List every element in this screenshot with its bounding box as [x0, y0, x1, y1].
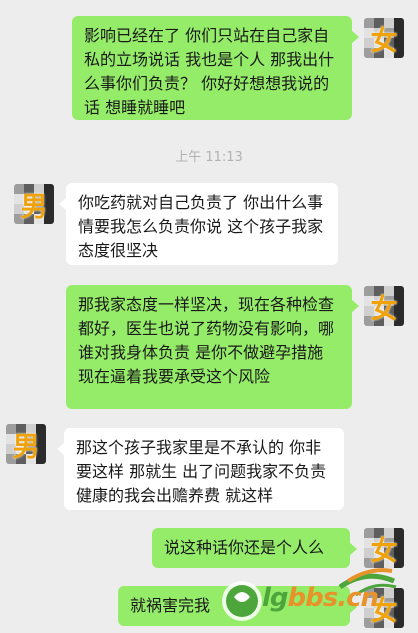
avatar-female[interactable]: 女 [364, 528, 404, 568]
message-bubble-outgoing[interactable]: 说这种话你还是个人么 [152, 528, 357, 568]
message-text: 那我家态度一样坚决，现在各种检查都好，医生也说了药物没有影响，哪谁对我身体负责 … [78, 295, 335, 386]
avatar-label: 女 [370, 293, 398, 325]
timestamp: 上午 11:13 [175, 150, 243, 165]
message-bubble-outgoing[interactable]: 影响已经在了 你们只站在自己家自私的立场说话 我也是个人 那我出什么事你们负责？… [72, 16, 359, 120]
avatar-male[interactable]: 男 [6, 424, 46, 464]
message-text: 说这种话你还是个人么 [164, 538, 325, 557]
message-text: 你吃药就对自己负责了 你出什么事情要我怎么负责你说 这个孩子我家态度很坚决 [78, 193, 324, 260]
avatar-male[interactable]: 男 [14, 184, 54, 224]
watermark-brand-prefix: lg [262, 583, 289, 613]
avatar-label: 男 [20, 191, 48, 223]
watermark-logo: lgbbs.cn [216, 567, 418, 633]
message-bubble-incoming[interactable]: 那这个孩子我家里是不承认的 你非要这样 那就生 出了问题我家不负责 健康的我会出… [57, 428, 344, 510]
avatar-label: 女 [370, 25, 398, 57]
message-text: 那这个孩子我家里是不承认的 你非要这样 那就生 出了问题我家不负责 健康的我会出… [76, 438, 327, 505]
message-text: 就祸害完我 [130, 596, 211, 615]
watermark-text: lgbbs.cn [262, 583, 379, 613]
message-bubble-incoming[interactable]: 你吃药就对自己负责了 你出什么事情要我怎么负责你说 这个孩子我家态度很坚决 [59, 183, 338, 265]
message-text: 影响已经在了 你们只站在自己家自私的立场说话 我也是个人 那我出什么事你们负责？… [84, 26, 335, 117]
avatar-label: 男 [12, 431, 40, 463]
watermark-brand-suffix: bbs.cn [287, 583, 379, 613]
avatar-female[interactable]: 女 [364, 18, 404, 58]
avatar-female[interactable]: 女 [364, 286, 404, 326]
message-bubble-outgoing[interactable]: 那我家态度一样坚决，现在各种检查都好，医生也说了药物没有影响，哪谁对我身体负责 … [66, 285, 359, 409]
avatar-label: 女 [370, 535, 398, 567]
